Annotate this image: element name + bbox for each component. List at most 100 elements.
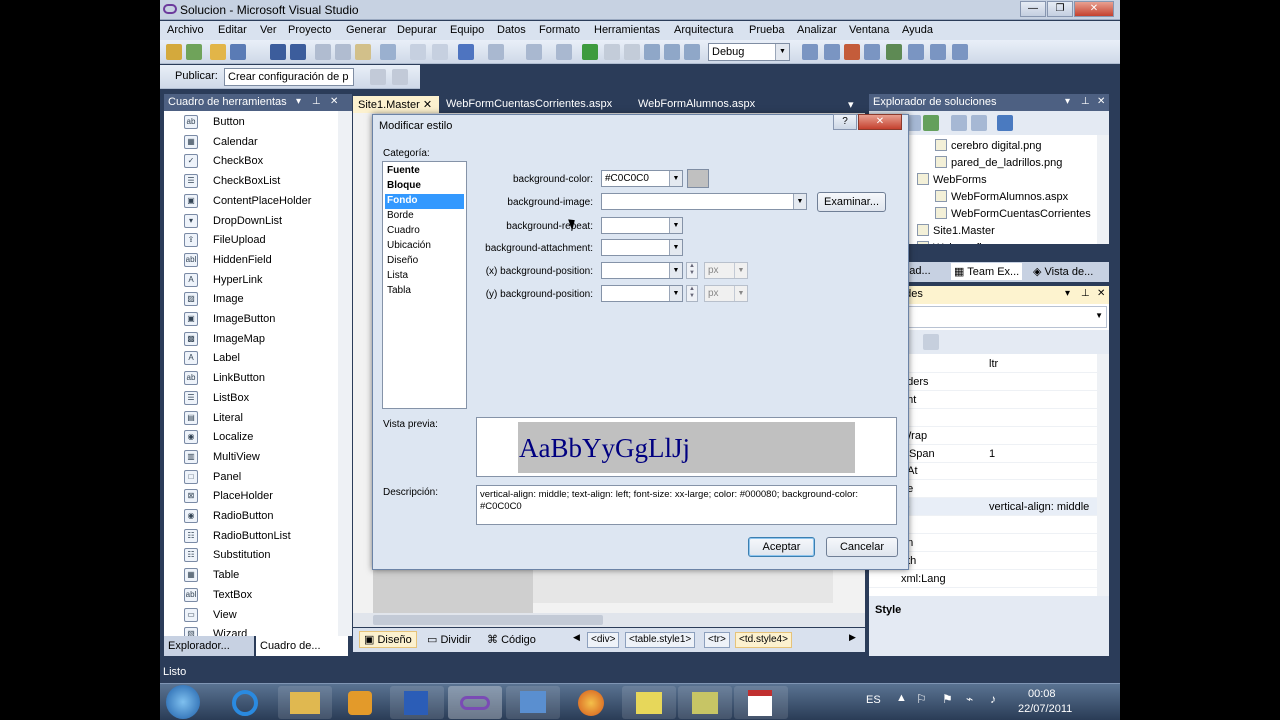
dropdown-icon[interactable]: ▾	[1065, 96, 1070, 107]
toolbox-item[interactable]: ▾ DropDownList	[164, 212, 352, 231]
pin-icon[interactable]: ⊥	[312, 96, 321, 107]
tab-webformcuentas[interactable]: WebFormCuentasCorrientes.aspx	[441, 96, 617, 113]
clock-date[interactable]: 22/07/2011	[1018, 703, 1072, 715]
uncomment-icon[interactable]	[432, 44, 448, 60]
menu-depurar[interactable]: Depurar	[397, 24, 437, 36]
view-design-button[interactable]: ▣ Diseño	[359, 631, 417, 648]
menu-editar[interactable]: Editar	[218, 24, 247, 36]
open-folder-icon[interactable]	[210, 44, 226, 60]
publish-icon[interactable]	[370, 69, 386, 85]
clock-time[interactable]: 00:08	[1028, 688, 1056, 700]
toolbox-item[interactable]: ▨ Image	[164, 290, 352, 309]
undo-icon[interactable]	[458, 44, 474, 60]
publish-config-combo[interactable]: Crear configuración de p	[224, 68, 354, 86]
save-all-icon[interactable]	[290, 44, 306, 60]
pin-icon[interactable]: ⊥	[1081, 96, 1090, 107]
breadcrumb-tr[interactable]: <tr>	[704, 632, 730, 648]
calendar-icon[interactable]	[734, 686, 788, 719]
dialog-close-button[interactable]: ✕	[858, 114, 902, 130]
navigate-forward-icon[interactable]	[556, 44, 572, 60]
bg-image-combo[interactable]: ▼	[601, 193, 807, 210]
vertical-scrollbar[interactable]	[1097, 135, 1109, 244]
scroll-thumb[interactable]	[373, 615, 603, 625]
toolbox-item[interactable]: ⇪ FileUpload	[164, 231, 352, 250]
language-indicator[interactable]: ES	[866, 694, 881, 706]
toolbox-item[interactable]: abl HiddenField	[164, 251, 352, 270]
tab-site1-master[interactable]: Site1.Master ✕	[353, 96, 439, 113]
menu-datos[interactable]: Datos	[497, 24, 526, 36]
menu-herramientas[interactable]: Herramientas	[594, 24, 660, 36]
close-tab-icon[interactable]: ✕	[423, 99, 432, 111]
toolbox-item[interactable]: ab LinkButton	[164, 369, 352, 388]
open-file-icon[interactable]	[230, 44, 246, 60]
cut-icon[interactable]	[315, 44, 331, 60]
toolbox-item[interactable]: □ Panel	[164, 468, 352, 487]
solution-tree-item[interactable]: Site1.Master	[917, 224, 995, 237]
color-swatch[interactable]	[687, 169, 709, 188]
close-panel-icon[interactable]: ✕	[1097, 288, 1105, 299]
ok-button[interactable]: Aceptar	[748, 537, 815, 557]
comment-icon[interactable]	[410, 44, 426, 60]
properties-icon[interactable]	[824, 44, 840, 60]
new-project-icon[interactable]	[166, 44, 182, 60]
battery-icon[interactable]: ⌁	[966, 692, 973, 706]
bg-position-y-spinner[interactable]: ▲ ▼	[686, 285, 698, 302]
toolbox-item[interactable]: ▦ Table	[164, 566, 352, 585]
toolbox-item[interactable]: ☰ ListBox	[164, 389, 352, 408]
remote-desktop-icon[interactable]	[506, 686, 560, 719]
help-button[interactable]: ?	[833, 114, 857, 130]
toolbox-item[interactable]: abl TextBox	[164, 586, 352, 605]
dropdown-icon[interactable]: ▾	[1065, 288, 1070, 299]
firefox-icon[interactable]	[564, 686, 618, 719]
close-panel-icon[interactable]: ✕	[330, 96, 338, 107]
browse-button[interactable]: Examinar...	[817, 192, 886, 212]
sticky-notes-icon[interactable]	[622, 686, 676, 719]
save-icon[interactable]	[270, 44, 286, 60]
menu-analizar[interactable]: Analizar	[797, 24, 837, 36]
toolbox-item[interactable]: ✓ CheckBox	[164, 152, 352, 171]
tab-toolbox[interactable]: Cuadro de...	[256, 636, 348, 656]
toolbox-item[interactable]: ⊠ PlaceHolder	[164, 487, 352, 506]
toolbox-item[interactable]: ab Button	[164, 113, 352, 132]
solution-config-combo[interactable]: Debug ▼	[708, 43, 790, 61]
tab-server-explorer[interactable]: Explorador...	[164, 636, 254, 656]
menu-ver[interactable]: Ver	[260, 24, 277, 36]
word-icon[interactable]	[390, 686, 444, 719]
toolbox-item[interactable]: ◉ RadioButton	[164, 507, 352, 526]
ie-icon[interactable]	[218, 686, 272, 719]
menu-arquitectura[interactable]: Arquitectura	[674, 24, 733, 36]
refresh-icon[interactable]	[923, 115, 939, 131]
volume-icon[interactable]: ♪	[990, 692, 996, 706]
close-button[interactable]: ✕	[1074, 1, 1114, 17]
bg-position-y-combo[interactable]: ▼	[601, 285, 683, 302]
bg-repeat-combo[interactable]: ▼	[601, 217, 683, 234]
paste-icon[interactable]	[355, 44, 371, 60]
menu-proyecto[interactable]: Proyecto	[288, 24, 331, 36]
maximize-button[interactable]: ❐	[1047, 1, 1073, 17]
horizontal-scrollbar[interactable]	[353, 613, 865, 627]
more-tools-icon[interactable]	[952, 44, 968, 60]
breadcrumb-td[interactable]: <td.style4>	[735, 632, 792, 648]
tab-webformalumnos[interactable]: WebFormAlumnos.aspx	[633, 96, 760, 113]
breadcrumb-forward-icon[interactable]: ▶	[849, 632, 856, 643]
menu-generar[interactable]: Generar	[346, 24, 386, 36]
toolbox-item[interactable]: ▤ Literal	[164, 409, 352, 428]
action-center-icon[interactable]: ⚑	[942, 692, 953, 706]
toolbox-item[interactable]: ◉ Localize	[164, 428, 352, 447]
breadcrumb-table[interactable]: <table.style1>	[625, 632, 696, 648]
view-designer-icon[interactable]	[971, 115, 987, 131]
bg-color-combo[interactable]: #C0C0C0 ▼	[601, 170, 683, 187]
breadcrumb-div[interactable]: <div>	[587, 632, 620, 648]
pause-icon[interactable]	[604, 44, 620, 60]
toolbox-item[interactable]: A Label	[164, 349, 352, 368]
menu-equipo[interactable]: Equipo	[450, 24, 484, 36]
minimize-button[interactable]: —	[1020, 1, 1046, 17]
solution-tree-item[interactable]: WebForms	[917, 173, 987, 186]
toolbox-item[interactable]: ▧ Wizard	[164, 625, 352, 636]
property-pages-icon[interactable]	[923, 334, 939, 350]
view-split-button[interactable]: ▭ Dividir	[427, 633, 471, 646]
property-row[interactable]: xml:Lang	[869, 570, 1099, 588]
vertical-scrollbar[interactable]	[338, 111, 352, 636]
publish-settings-icon[interactable]	[392, 69, 408, 85]
breadcrumb-back-icon[interactable]: ◀	[573, 632, 580, 643]
